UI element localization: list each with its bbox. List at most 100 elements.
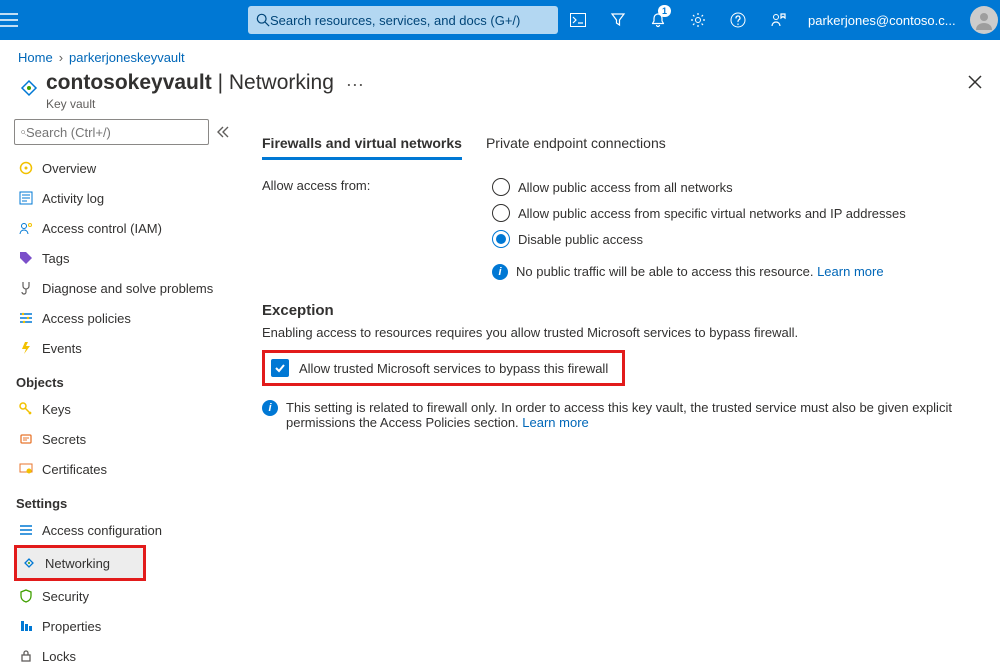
exception-note: This setting is related to firewall only…	[286, 400, 980, 430]
properties-icon	[19, 619, 33, 633]
radio-label: Disable public access	[518, 232, 643, 247]
breadcrumb-current[interactable]: parkerjoneskeyvault	[69, 50, 185, 65]
sidebar-group-objects: Objects	[16, 375, 226, 390]
certificates-icon	[19, 462, 33, 476]
secrets-icon	[19, 432, 33, 446]
filter-icon	[610, 12, 626, 28]
radio-disable-public[interactable]: Disable public access	[492, 230, 906, 248]
main-content: Firewalls and virtual networks Private e…	[232, 119, 1000, 672]
diagnose-icon	[19, 281, 33, 295]
sidebar-item-security[interactable]: Security	[14, 581, 226, 611]
top-bar: 1 parkerjones@contoso.c...	[0, 0, 1000, 40]
info-icon: i	[262, 400, 278, 416]
radio-selected-icon	[492, 230, 510, 248]
policies-icon	[19, 311, 33, 325]
cloud-shell-button[interactable]	[558, 0, 598, 40]
radio-label: Allow public access from all networks	[518, 180, 733, 195]
page-title-name: contosokeyvault	[46, 71, 212, 94]
sidebar-item-properties[interactable]: Properties	[14, 611, 226, 641]
networking-icon	[22, 556, 36, 570]
sidebar-item-secrets[interactable]: Secrets	[14, 424, 226, 454]
sidebar-item-access-configuration[interactable]: Access configuration	[14, 515, 226, 545]
tab-private-endpoint[interactable]: Private endpoint connections	[486, 135, 666, 160]
lock-icon	[19, 649, 33, 663]
sidebar-item-label: Security	[42, 589, 89, 604]
sidebar: Overview Activity log Access control (IA…	[0, 119, 232, 672]
avatar[interactable]	[970, 6, 998, 34]
sidebar-item-label: Overview	[42, 161, 96, 176]
notifications-button[interactable]: 1	[638, 0, 678, 40]
sidebar-item-label: Access configuration	[42, 523, 162, 538]
sidebar-item-label: Access policies	[42, 311, 131, 326]
chevron-right-icon: ›	[59, 50, 63, 65]
activity-log-icon	[19, 191, 33, 205]
hamburger-icon	[0, 13, 18, 27]
sidebar-item-label: Secrets	[42, 432, 86, 447]
global-search[interactable]	[248, 6, 558, 34]
sidebar-item-label: Keys	[42, 402, 71, 417]
sidebar-search[interactable]	[14, 119, 209, 145]
learn-more-link[interactable]: Learn more	[522, 415, 588, 430]
sidebar-group-settings: Settings	[16, 496, 226, 511]
sidebar-item-diagnose[interactable]: Diagnose and solve problems	[14, 273, 226, 303]
sidebar-item-activity-log[interactable]: Activity log	[14, 183, 226, 213]
access-from-label: Allow access from:	[262, 178, 492, 280]
sidebar-item-label: Tags	[42, 251, 69, 266]
sidebar-item-locks[interactable]: Locks	[14, 641, 226, 671]
tab-firewalls[interactable]: Firewalls and virtual networks	[262, 135, 462, 160]
sidebar-item-tags[interactable]: Tags	[14, 243, 226, 273]
sidebar-item-access-policies[interactable]: Access policies	[14, 303, 226, 333]
sidebar-item-label: Properties	[42, 619, 101, 634]
settings-button[interactable]	[678, 0, 718, 40]
directories-button[interactable]	[598, 0, 638, 40]
feedback-button[interactable]	[758, 0, 798, 40]
global-search-input[interactable]	[270, 13, 550, 28]
sidebar-item-label: Certificates	[42, 462, 107, 477]
sidebar-item-events[interactable]: Events	[14, 333, 226, 363]
gear-icon	[690, 12, 706, 28]
radio-specific-networks[interactable]: Allow public access from specific virtua…	[492, 204, 906, 222]
avatar-icon	[974, 10, 994, 30]
sidebar-item-keys[interactable]: Keys	[14, 394, 226, 424]
checkbox-label: Allow trusted Microsoft services to bypa…	[299, 361, 608, 376]
sidebar-item-label: Activity log	[42, 191, 104, 206]
help-icon	[730, 12, 746, 28]
sidebar-item-label: Diagnose and solve problems	[42, 281, 213, 296]
tabs: Firewalls and virtual networks Private e…	[262, 135, 980, 160]
learn-more-link[interactable]: Learn more	[817, 264, 883, 279]
close-button[interactable]	[968, 71, 982, 89]
hamburger-menu[interactable]	[0, 13, 18, 27]
sidebar-item-certificates[interactable]: Certificates	[14, 454, 226, 484]
checkbox-checked-icon	[271, 359, 289, 377]
sidebar-item-access-control[interactable]: Access control (IAM)	[14, 213, 226, 243]
help-button[interactable]	[718, 0, 758, 40]
radio-all-networks[interactable]: Allow public access from all networks	[492, 178, 906, 196]
cloud-shell-icon	[570, 13, 586, 27]
breadcrumb-home[interactable]: Home	[18, 50, 53, 65]
sidebar-item-overview[interactable]: Overview	[14, 153, 226, 183]
breadcrumb: Home › parkerjoneskeyvault	[0, 40, 1000, 71]
iam-icon	[19, 221, 33, 235]
more-button[interactable]: ⋯	[346, 71, 364, 96]
info-icon: i	[492, 264, 508, 280]
close-icon	[968, 75, 982, 89]
sidebar-item-networking[interactable]: Networking	[17, 548, 143, 578]
sidebar-item-label: Networking	[45, 556, 110, 571]
events-icon	[19, 341, 33, 355]
collapse-sidebar-button[interactable]	[217, 126, 229, 138]
page-header: contosokeyvault | Networking Key vault ⋯	[0, 71, 1000, 119]
sidebar-item-label: Locks	[42, 649, 76, 664]
top-icon-bar: 1 parkerjones@contoso.c...	[558, 0, 1000, 40]
sidebar-search-input[interactable]	[26, 125, 202, 140]
bypass-firewall-checkbox-row[interactable]: Allow trusted Microsoft services to bypa…	[267, 355, 620, 381]
person-feedback-icon	[770, 12, 786, 28]
user-email[interactable]: parkerjones@contoso.c...	[798, 13, 966, 28]
chevron-double-left-icon	[217, 126, 229, 138]
overview-icon	[19, 161, 33, 175]
sidebar-item-label: Events	[42, 341, 82, 356]
page-title: contosokeyvault | Networking	[46, 71, 334, 95]
access-info-text: No public traffic will be able to access…	[516, 264, 884, 279]
radio-icon	[492, 178, 510, 196]
keyvault-icon	[18, 77, 40, 99]
tags-icon	[19, 251, 33, 265]
